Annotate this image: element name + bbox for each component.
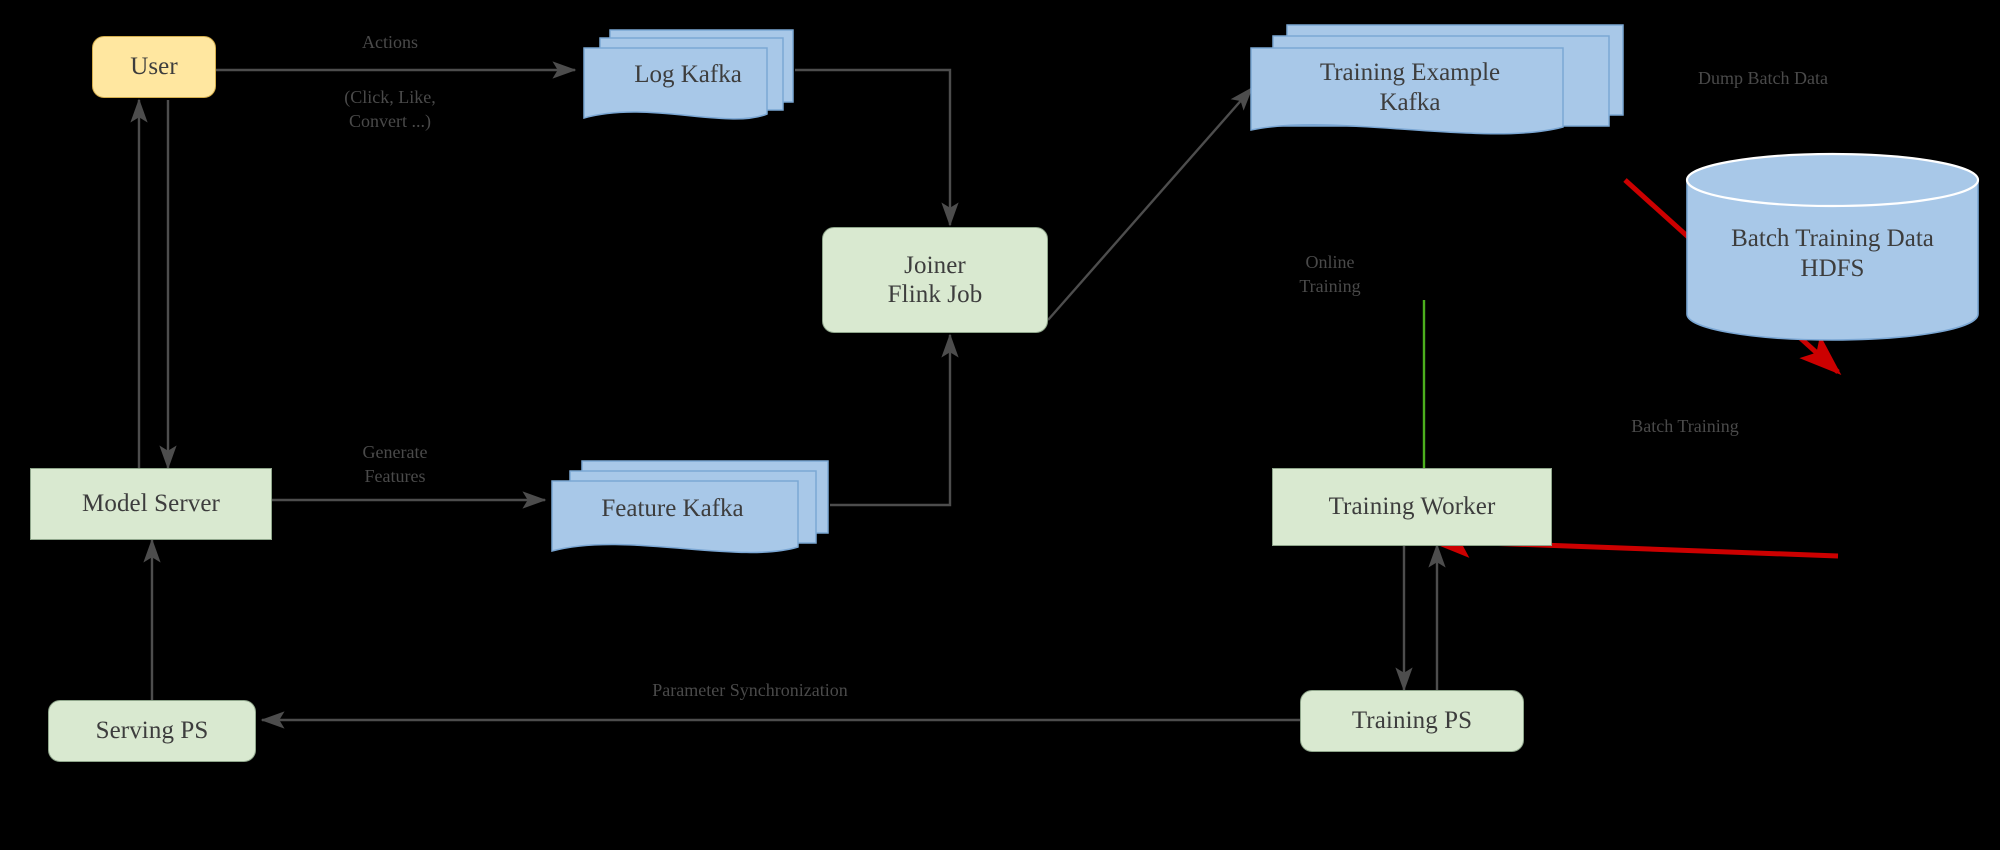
- node-batch-training-data-hdfs[interactable]: Batch Training Data HDFS: [1685, 152, 1980, 342]
- node-training-worker-label: Training Worker: [1328, 493, 1496, 521]
- node-serving-ps[interactable]: Serving PS: [48, 700, 256, 762]
- node-joiner-flink-job[interactable]: Joiner Flink Job: [822, 227, 1048, 333]
- node-joiner-label-line2: Flink Job: [887, 281, 983, 308]
- node-model-server[interactable]: Model Server: [30, 468, 272, 540]
- edge-feature-kafka-to-joiner: [830, 333, 959, 507]
- node-joiner-label-line1: Joiner: [904, 251, 966, 279]
- node-training-worker[interactable]: Training Worker: [1272, 468, 1552, 546]
- diagram-edges: [130, 61, 1842, 729]
- edge-log-kafka-to-joiner: [795, 68, 959, 227]
- node-user-label: User: [130, 53, 178, 81]
- diagram-canvas: User Log Kafka Joiner Flink Job Model Se…: [0, 0, 2000, 850]
- node-training-ps-label: Training PS: [1351, 707, 1473, 735]
- node-user[interactable]: User: [92, 36, 216, 98]
- node-log-kafka[interactable]: Log Kafka: [578, 22, 798, 127]
- node-training-example-kafka[interactable]: Training Example Kafka: [1245, 20, 1635, 140]
- edge-joiner-to-training-example-kafka: [1047, 86, 1253, 321]
- node-serving-ps-label: Serving PS: [95, 717, 209, 745]
- node-feature-kafka[interactable]: Feature Kafka: [548, 455, 833, 560]
- node-training-ps[interactable]: Training PS: [1300, 690, 1524, 752]
- node-model-server-label: Model Server: [82, 490, 220, 518]
